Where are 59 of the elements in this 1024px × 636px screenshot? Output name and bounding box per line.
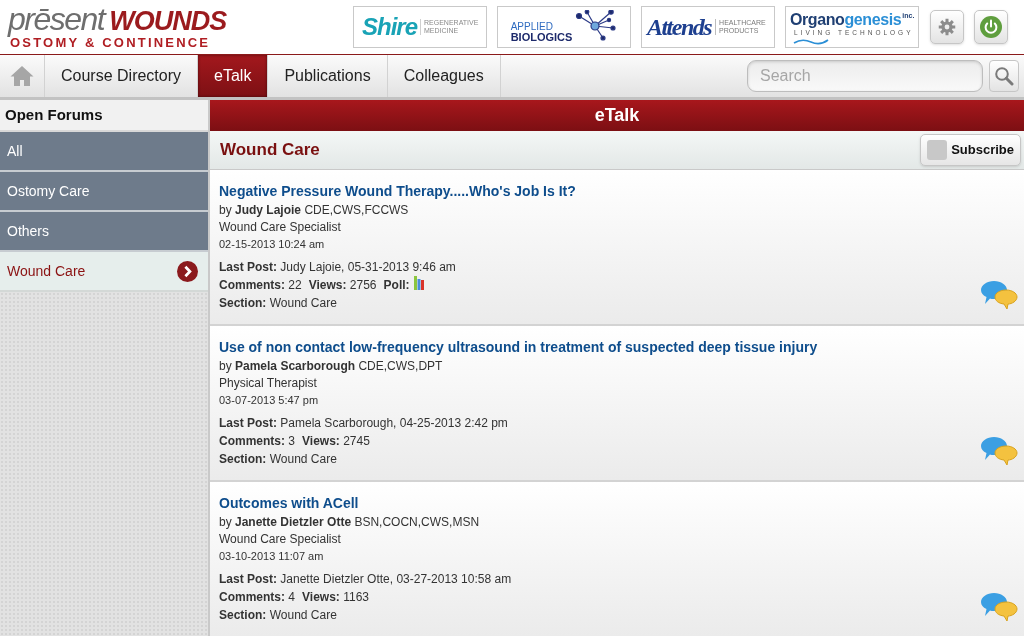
- chevron-right-icon: [177, 260, 198, 282]
- search-icon: [994, 66, 1014, 86]
- sponsor-name: BIOLOGICS: [510, 32, 573, 43]
- post-stat: Views: 1163: [302, 589, 369, 606]
- page-title: eTalk: [210, 100, 1024, 131]
- speech-bubbles-icon: [980, 592, 1018, 622]
- poll-label: Poll:: [383, 277, 410, 294]
- forum-item[interactable]: Wound Care: [0, 252, 208, 292]
- section-text: Section: Wound Care: [219, 451, 338, 468]
- nav-tab[interactable]: Colleagues: [387, 55, 501, 97]
- nav-tab[interactable]: eTalk: [198, 55, 269, 97]
- sidebar-title: Open Forums: [0, 100, 208, 132]
- sponsor-name: Shire: [362, 13, 417, 41]
- sponsor-name: Organogenesis: [790, 9, 902, 29]
- forum-item[interactable]: All: [0, 132, 208, 172]
- post-stat: Comments: 22: [219, 277, 302, 294]
- nav-tab[interactable]: Publications: [268, 55, 388, 97]
- author-role: Wound Care Specialist: [219, 531, 342, 548]
- home-icon: [10, 65, 34, 87]
- speech-bubbles-icon: [980, 280, 1018, 310]
- checkbox[interactable]: [927, 140, 948, 160]
- search-field[interactable]: Search: [747, 60, 983, 92]
- sponsor-name: APPLIED: [510, 21, 554, 32]
- bar-chart-icon[interactable]: [413, 276, 424, 290]
- post-stat: Comments: 4: [219, 589, 296, 606]
- search-button[interactable]: [989, 60, 1019, 92]
- post-date: 02-15-2013 10:24 am: [219, 237, 326, 252]
- forum-item[interactable]: Others: [0, 212, 208, 252]
- forum-item[interactable]: Ostomy Care: [0, 172, 208, 212]
- post-title-link[interactable]: Outcomes with ACell: [219, 494, 359, 512]
- post-date: 03-07-2013 5:47 pm: [219, 393, 320, 408]
- author-role: Physical Therapist: [219, 375, 318, 392]
- power-button[interactable]: [974, 10, 1008, 44]
- power-icon: [980, 16, 1002, 38]
- sponsor-name: Attends: [646, 13, 712, 41]
- post-byline: by Judy Lajoie CDE,CWS,FCCWS: [219, 202, 410, 219]
- post-title-link[interactable]: Negative Pressure Wound Therapy.....Who's Job Is It?: [219, 182, 576, 200]
- post-byline: by Pamela Scarborough CDE,CWS,DPT: [219, 358, 444, 375]
- forum-title: Wound Care: [220, 139, 320, 162]
- logo-text: WOUNDS: [109, 6, 227, 36]
- last-post-text: Last Post: Pamela Scarborough, 04-25-2013 2:42 pm: [219, 415, 509, 432]
- post-stat: Views: 2745: [302, 433, 370, 450]
- post-date: 03-10-2013 11:07 am: [219, 549, 325, 564]
- last-post-text: Last Post: Judy Lajoie, 05-31-2013 9:46 am: [219, 259, 457, 276]
- post-stat: Views: 2756: [308, 277, 377, 294]
- subscribe-button[interactable]: Subscribe: [920, 134, 1021, 166]
- post-title-link[interactable]: Use of non contact low-frequency ultrasound in treatment of suspected deep tissue injury: [219, 338, 818, 356]
- author-role: Wound Care Specialist: [219, 219, 342, 236]
- post-byline: by Janette Dietzler Otte BSN,COCN,CWS,MSN: [219, 514, 481, 531]
- wave-icon: [793, 36, 829, 45]
- section-text: Section: Wound Care: [219, 295, 338, 312]
- speech-bubbles-icon: [980, 436, 1018, 466]
- settings-button[interactable]: [930, 10, 964, 44]
- molecule-icon: [573, 10, 618, 42]
- settings-icon: [938, 18, 956, 36]
- last-post-text: Last Post: Janette Dietzler Otte, 03-27-2013 10:58 am: [219, 571, 512, 588]
- post-stat: Comments: 3: [219, 433, 296, 450]
- section-text: Section: Wound Care: [219, 607, 338, 624]
- logo-tagline: OSTOMY & CONTINENCE: [10, 36, 211, 50]
